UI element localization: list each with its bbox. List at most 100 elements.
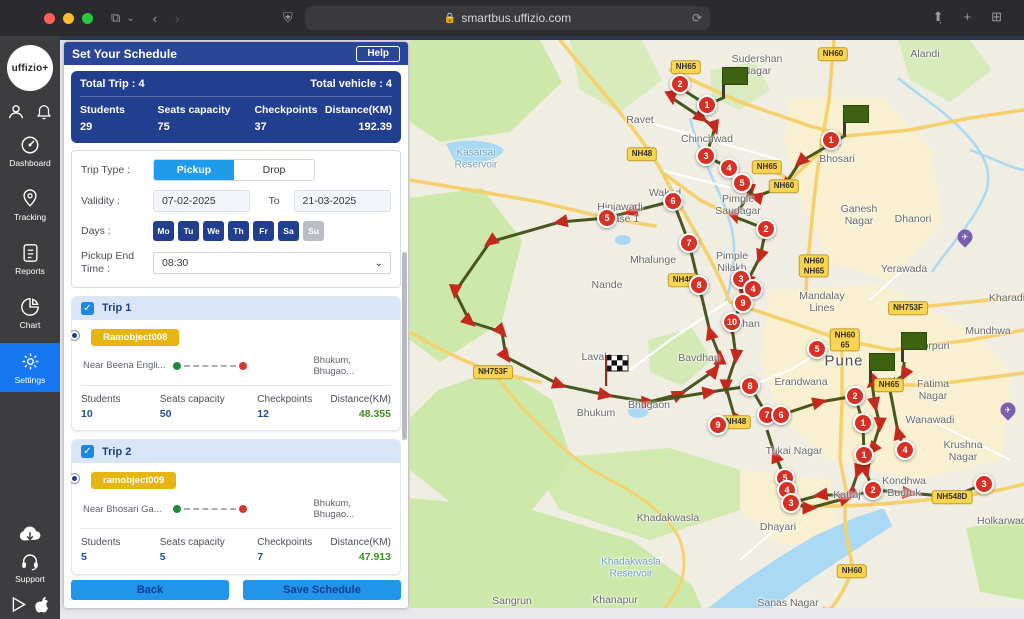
trip-2-header[interactable]: ✓ Trip 2 [72,440,400,463]
sidebar-item-settings[interactable]: Settings [0,343,60,392]
tab-overview-icon[interactable]: ⊞ [991,9,1002,25]
map[interactable]: AlandiSudershan NagarRavetChinchwadKasar… [410,40,1024,608]
day-mo[interactable]: Mo [153,221,174,241]
map-stop-marker-5[interactable]: 5 [597,208,617,228]
address-bar[interactable]: 🔒 smartbus.uffizio.com ⟳ [305,6,710,30]
google-play-icon[interactable] [12,597,26,613]
map-stop-marker-5[interactable]: 5 [732,173,752,193]
cloud-download-icon[interactable] [17,524,43,544]
trip-2-destination: Bhukum, Bhugao... [313,498,391,520]
summary-distance-value: 192.39 [325,119,392,136]
map-stop-marker-5[interactable]: 5 [807,339,827,359]
destination-flag-marker[interactable] [901,332,927,362]
help-button[interactable]: Help [356,46,400,62]
map-stop-marker-9[interactable]: 9 [708,415,728,435]
map-stop-marker-6[interactable]: 6 [663,191,683,211]
apple-icon[interactable] [35,597,49,613]
sidebar-item-dashboard[interactable]: Dashboard [0,127,60,175]
map-stop-marker-10[interactable]: 10 [722,312,742,332]
totals-summary-card: Total Trip : 4 Total vehicle : 4 Student… [71,71,401,143]
finish-checkered-flag-marker[interactable] [604,355,630,392]
map-stop-marker-1[interactable]: 1 [854,445,874,465]
screen: ⧉ ⌄ ‹ › ⛨ 🔒 smartbus.uffizio.com ⟳ ⬆̣ + … [0,0,1024,619]
pickup-end-time-select[interactable]: 08:30 ⌄ [153,252,391,274]
map-stop-marker-8[interactable]: 8 [740,376,760,396]
map-stop-marker-1[interactable]: 1 [697,95,717,115]
map-stop-marker-9[interactable]: 9 [733,293,753,313]
trip-2-students: 5 [81,550,160,566]
back-icon[interactable]: ‹ [153,11,157,26]
pickup-end-time-label: Pickup End Time : [81,250,153,276]
map-stop-marker-1[interactable]: 1 [821,130,841,150]
trip-1-vehicle-badge[interactable]: Ramobject008 [91,329,179,346]
save-schedule-button[interactable]: Save Schedule [243,580,401,600]
sidebar-item-reports[interactable]: Reports [0,235,60,283]
day-tu[interactable]: Tu [178,221,199,241]
trip-1-header[interactable]: ✓ Trip 1 [72,297,400,320]
sidebar-item-chart[interactable]: Chart [0,289,60,337]
map-stop-marker-3[interactable]: 3 [696,146,716,166]
minimize-window-button[interactable] [63,13,74,24]
validity-to-input[interactable]: 21-03-2025 [294,190,391,212]
map-stop-marker-2[interactable]: 2 [863,480,883,500]
day-th[interactable]: Th [228,221,249,241]
map-stop-marker-3[interactable]: 3 [781,493,801,513]
sidebar-item-tracking[interactable]: Tracking [0,181,60,229]
reload-icon[interactable]: ⟳ [692,11,702,25]
trip-1-radio[interactable] [71,330,80,341]
map-stop-marker-2[interactable]: 2 [845,386,865,406]
highway-badge: NH65 [671,60,701,74]
new-tab-icon[interactable]: + [964,9,972,25]
pickup-tab[interactable]: Pickup [154,160,234,180]
panel-scrollbar[interactable] [402,252,407,440]
trip-1-checkbox[interactable]: ✓ [81,302,94,315]
schedule-panel: Set Your Schedule Help Total Trip : 4 To… [64,42,408,608]
forward-icon[interactable]: › [175,11,179,26]
chevron-down-icon[interactable]: ⌄ [126,13,134,24]
trip-card-1: ✓ Trip 1 Ramobject008 Near Beena Engli..… [71,296,401,432]
share-icon[interactable]: ⬆̣ [933,9,944,25]
back-button[interactable]: Back [71,580,229,600]
map-stop-marker-6[interactable]: 6 [771,405,791,425]
summary-distance-label: Distance(KM) [325,103,392,119]
map-stop-marker-2[interactable]: 2 [670,74,690,94]
map-stop-marker-7[interactable]: 7 [679,233,699,253]
trip-2-radio[interactable] [71,473,80,484]
map-stop-marker-4[interactable]: 4 [895,440,915,460]
destination-flag-marker[interactable] [869,353,895,383]
map-base [410,40,1024,608]
day-we[interactable]: We [203,221,224,241]
to-label: To [268,195,279,207]
notifications-bell-icon[interactable] [35,103,53,121]
window-controls[interactable] [44,13,93,24]
day-fr[interactable]: Fr [253,221,274,241]
trip-type-toggle: Pickup Drop [153,159,315,181]
zoom-window-button[interactable] [82,13,93,24]
destination-dot-icon [239,505,247,513]
close-window-button[interactable] [44,13,55,24]
lock-icon: 🔒 [444,13,456,24]
day-su[interactable]: Su [303,221,324,241]
trip-2-checkbox[interactable]: ✓ [81,445,94,458]
day-sa[interactable]: Sa [278,221,299,241]
destination-flag-marker[interactable] [722,67,748,97]
map-stop-marker-8[interactable]: 8 [689,275,709,295]
sidebar-item-support[interactable]: Support [0,550,60,591]
highway-badge: NH60 65 [830,328,860,351]
trip-2-vehicle-badge[interactable]: ramobject009 [91,472,176,489]
drop-tab[interactable]: Drop [234,160,314,180]
map-stop-marker-1[interactable]: 1 [853,413,873,433]
tracking-pin-icon [20,189,40,209]
validity-from-input[interactable]: 07-02-2025 [153,190,250,212]
destination-dot-icon [239,362,247,370]
sidebar-toggle-icon[interactable]: ⧉ [111,10,120,26]
privacy-shield-icon[interactable]: ⛨ [283,10,293,26]
trip-list: ✓ Trip 1 Ramobject008 Near Beena Engli..… [71,296,401,609]
user-icon[interactable] [7,103,25,121]
support-headset-icon [20,552,40,571]
map-stop-marker-3[interactable]: 3 [974,474,994,494]
map-stop-marker-2[interactable]: 2 [756,219,776,239]
panel-header: Set Your Schedule Help [64,42,408,65]
destination-flag-marker[interactable] [843,105,869,135]
chevron-down-icon: ⌄ [375,258,383,269]
